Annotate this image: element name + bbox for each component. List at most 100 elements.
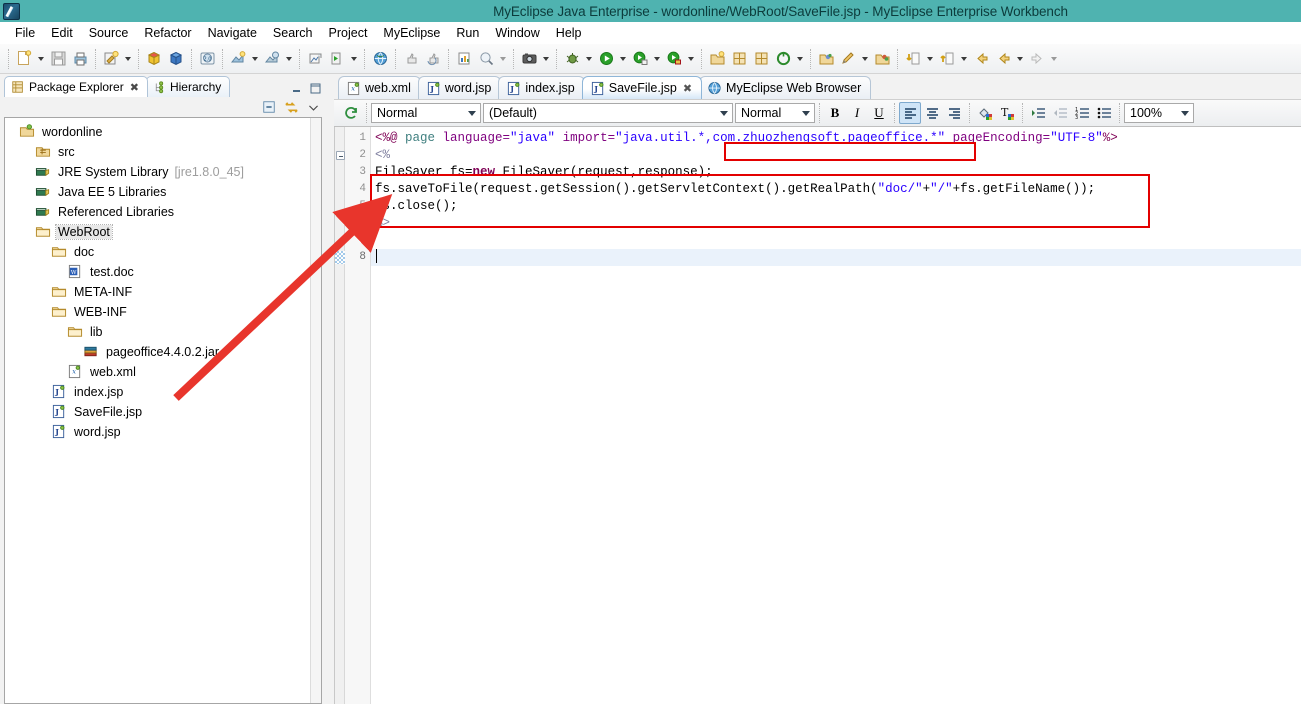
align-right-icon[interactable] [943, 102, 965, 124]
zoom-select[interactable]: 100% [1124, 103, 1194, 123]
forward-arrow-dropdown-icon[interactable] [1048, 48, 1060, 70]
underline-button[interactable]: U [868, 102, 890, 124]
block-format-select[interactable]: Normal [371, 103, 481, 123]
tree-item[interactable]: JRE System Library [jre1.8.0_45] [5, 162, 321, 182]
build-project-dropdown-icon[interactable] [122, 48, 134, 70]
menu-item-file[interactable]: File [7, 24, 43, 42]
run-config-icon[interactable] [629, 48, 651, 70]
maximize-icon[interactable] [309, 82, 322, 95]
server-dropdown-icon[interactable] [283, 48, 295, 70]
fill-color-icon[interactable] [974, 102, 996, 124]
server-icon[interactable] [261, 48, 283, 70]
tab-package-explorer[interactable]: Package Explorer ✖ [4, 76, 148, 97]
new-package-icon[interactable] [728, 48, 750, 70]
close-icon[interactable]: ✖ [683, 82, 692, 95]
package-yellow-icon[interactable] [143, 48, 165, 70]
font-family-select[interactable]: (Default) [483, 103, 733, 123]
source-editor[interactable]: 1 2 3 4 5 6 7 8 <%@ page language="java" import… [334, 127, 1301, 704]
back-arrow-dropdown-icon[interactable] [1014, 48, 1026, 70]
globe-icon[interactable] [369, 48, 391, 70]
fold-collapse-icon[interactable] [336, 151, 345, 160]
code-line[interactable] [371, 232, 1301, 249]
debug-bug-icon[interactable] [561, 48, 583, 70]
tree-item[interactable]: src [5, 142, 321, 162]
code-line[interactable]: fs.close(); [371, 198, 1301, 215]
menu-item-myeclipse[interactable]: MyEclipse [375, 24, 448, 42]
edit-pencil-icon[interactable] [837, 48, 859, 70]
ordered-list-icon[interactable]: 123 [1071, 102, 1093, 124]
back-history-icon[interactable] [970, 48, 992, 70]
target-dropdown-icon[interactable] [794, 48, 806, 70]
edit-dropdown-icon[interactable] [859, 48, 871, 70]
deploy-dropdown-icon[interactable] [249, 48, 261, 70]
unordered-list-icon[interactable] [1093, 102, 1115, 124]
tree-item[interactable]: lib [5, 322, 321, 342]
tree-item[interactable]: J SaveFile.jsp [5, 402, 321, 422]
editor-tab[interactable]: J SaveFile.jsp ✖ [581, 76, 703, 99]
next-annotation-dropdown-icon[interactable] [924, 48, 936, 70]
menu-item-search[interactable]: Search [265, 24, 321, 42]
run-server-icon[interactable] [326, 48, 348, 70]
forward-arrow-icon[interactable] [1026, 48, 1048, 70]
tree-item[interactable]: Jindex.jsp [5, 382, 321, 402]
run-server-dropdown-icon[interactable] [348, 48, 360, 70]
menu-item-run[interactable]: Run [448, 24, 487, 42]
code-line[interactable]: fs.saveToFile(request.getSession().getSe… [371, 181, 1301, 198]
tree-item[interactable]: WebRoot [5, 222, 321, 242]
package-blue-icon[interactable] [165, 48, 187, 70]
menu-item-source[interactable]: Source [81, 24, 137, 42]
indent-increase-icon[interactable] [1027, 102, 1049, 124]
run-secure-icon[interactable] [663, 48, 685, 70]
editor-tab[interactable]: x web.xml [338, 76, 421, 99]
target-icon[interactable] [772, 48, 794, 70]
tree-item[interactable]: Java EE 5 Libraries [5, 182, 321, 202]
chart-icon[interactable] [453, 48, 475, 70]
menu-item-window[interactable]: Window [487, 24, 547, 42]
code-line[interactable]: FileSaver fs=new FileSaver(request,respo… [371, 164, 1301, 181]
run-secure-dropdown-icon[interactable] [685, 48, 697, 70]
camera-icon[interactable] [518, 48, 540, 70]
minimize-icon[interactable] [290, 82, 303, 95]
tree-item[interactable]: WEB-INF [5, 302, 321, 322]
thumb-icon[interactable] [400, 48, 422, 70]
bold-button[interactable]: B [824, 102, 846, 124]
print-icon[interactable] [69, 48, 91, 70]
view-menu-icon[interactable] [307, 101, 320, 114]
tree-item[interactable]: doc [5, 242, 321, 262]
new-class-icon[interactable] [750, 48, 772, 70]
open-type-icon[interactable] [706, 48, 728, 70]
menu-item-refactor[interactable]: Refactor [136, 24, 199, 42]
run-config-dropdown-icon[interactable] [651, 48, 663, 70]
text-color-icon[interactable]: T [996, 102, 1018, 124]
menu-item-help[interactable]: Help [548, 24, 590, 42]
new-file-dropdown-icon[interactable] [35, 48, 47, 70]
prev-annotation-icon[interactable] [936, 48, 958, 70]
camera-dropdown-icon[interactable] [540, 48, 552, 70]
code-line[interactable]: %> [371, 215, 1301, 232]
link-with-editor-icon[interactable] [284, 100, 299, 115]
build-project-icon[interactable] [100, 48, 122, 70]
next-annotation-icon[interactable] [902, 48, 924, 70]
align-center-icon[interactable] [921, 102, 943, 124]
run-dropdown-icon[interactable] [617, 48, 629, 70]
back-arrow-icon[interactable] [992, 48, 1014, 70]
editor-tab[interactable]: Jword.jsp [417, 76, 502, 99]
collapse-all-icon[interactable] [262, 100, 276, 114]
tree-item[interactable]: META-INF [5, 282, 321, 302]
tree-item[interactable]: x web.xml [5, 362, 321, 382]
code-folding-column[interactable] [335, 127, 345, 704]
search-db-icon[interactable] [475, 48, 497, 70]
save-icon[interactable] [47, 48, 69, 70]
web20-icon[interactable]: 2.0 [196, 48, 218, 70]
editor-tab[interactable]: MyEclipse Web Browser [699, 76, 872, 99]
left-panel-scrollbar[interactable] [310, 118, 321, 703]
new-file-icon[interactable] [13, 48, 35, 70]
code-line[interactable]: <% [371, 147, 1301, 164]
refresh-preview-icon[interactable] [340, 102, 362, 124]
code-line[interactable] [371, 249, 1301, 266]
db-browser-icon[interactable] [304, 48, 326, 70]
menu-item-edit[interactable]: Edit [43, 24, 81, 42]
menu-item-project[interactable]: Project [321, 24, 376, 42]
debug-dropdown-icon[interactable] [583, 48, 595, 70]
deploy-icon[interactable] [227, 48, 249, 70]
